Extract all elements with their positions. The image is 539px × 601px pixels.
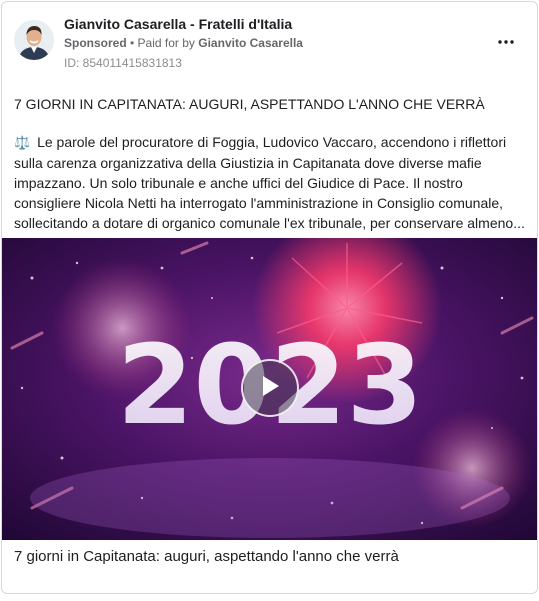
link-caption[interactable]: 7 giorni in Capitanata: auguri, aspettan… (14, 548, 399, 565)
post-headline: 7 GIORNI IN CAPITANATA: AUGURI, ASPETTAN… (14, 96, 485, 112)
more-horizontal-icon (498, 31, 514, 49)
post-header: Gianvito Casarella - Fratelli d'Italia S… (2, 2, 537, 84)
play-icon (259, 374, 281, 403)
sponsored-label: Sponsored (64, 36, 127, 50)
sponsored-line: Sponsored • Paid for by Gianvito Casarel… (64, 36, 303, 50)
post-body: 7 GIORNI IN CAPITANATA: AUGURI, ASPETTAN… (14, 94, 526, 233)
paid-for-name[interactable]: Gianvito Casarella (198, 36, 303, 50)
ad-card: Gianvito Casarella - Fratelli d'Italia S… (1, 1, 538, 594)
more-options-button[interactable] (493, 30, 519, 50)
post-body-text: Le parole del procuratore di Foggia, Lud… (14, 134, 525, 231)
ad-id: ID: 854011415831813 (64, 56, 182, 70)
post-paragraph: ⚖️ Le parole del procuratore di Foggia, … (14, 132, 526, 233)
page-name[interactable]: Gianvito Casarella - Fratelli d'Italia (64, 16, 292, 32)
video-thumbnail[interactable]: 2023 (2, 238, 537, 540)
play-button[interactable] (241, 359, 299, 417)
avatar[interactable] (14, 20, 54, 60)
paid-for-prefix: • Paid for by (130, 36, 195, 50)
scales-of-justice-icon: ⚖️ (14, 135, 31, 150)
